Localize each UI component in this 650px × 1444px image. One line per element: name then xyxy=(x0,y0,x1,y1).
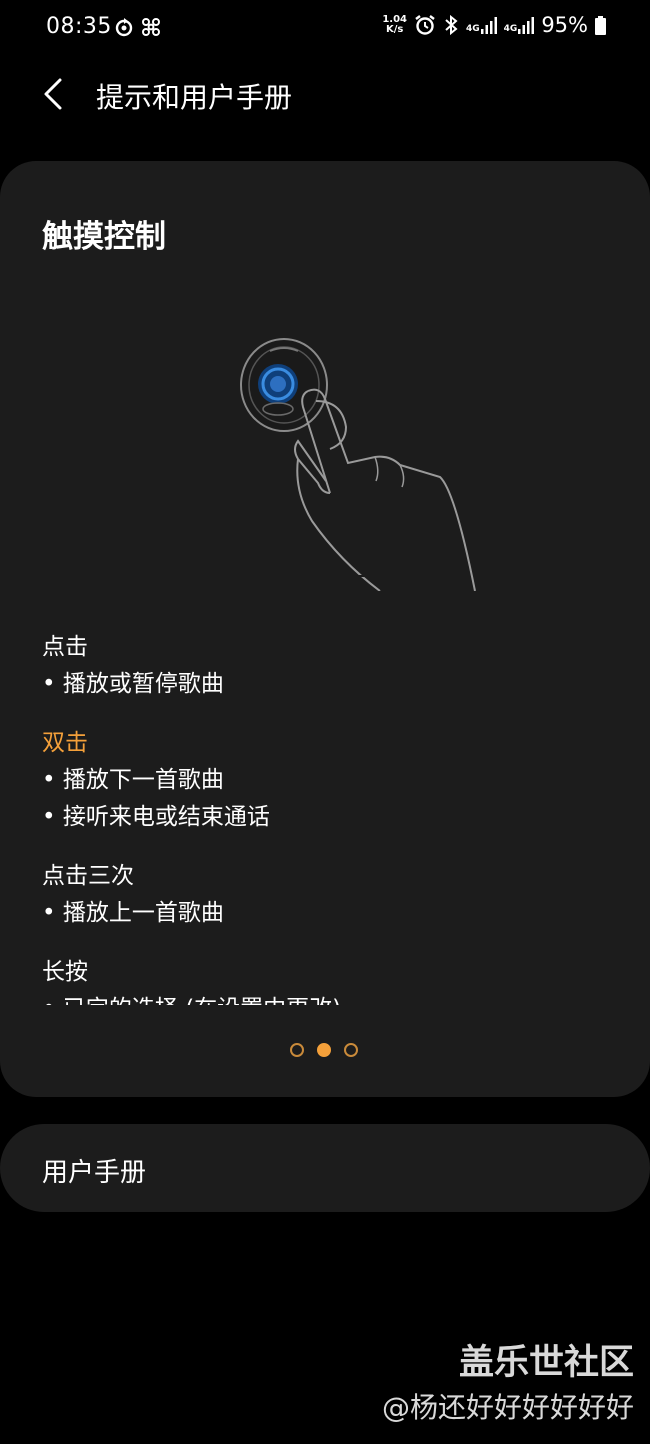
instruction-item: 播放或暂停歌曲 xyxy=(42,666,602,703)
back-button[interactable] xyxy=(36,74,72,114)
instruction-heading: 点击三次 xyxy=(42,863,134,889)
instruction-group: 双击 播放下一首歌曲 接听来电或结束通话 xyxy=(42,725,602,836)
page-dot[interactable] xyxy=(344,1043,358,1057)
watermark-user: @杨还好好好好好好 xyxy=(381,1391,634,1424)
instruction-list: 点击 播放或暂停歌曲 双击 播放下一首歌曲 接听来电或结束通话 点击三次 播放上… xyxy=(42,629,602,1005)
instruction-item: 已定的选择 (在设置中更改) xyxy=(42,991,602,1005)
instruction-heading: 点击 xyxy=(42,634,88,660)
page-dot[interactable] xyxy=(290,1043,304,1057)
earbud-touch-icon xyxy=(240,338,476,591)
status-right-icons: 1.04 K/s 4G 4G 95% xyxy=(382,13,606,37)
page-indicator[interactable] xyxy=(290,1043,358,1057)
chevron-left-icon xyxy=(44,78,62,110)
signal-bars-icon xyxy=(518,17,535,34)
instruction-heading: 长按 xyxy=(42,959,88,985)
battery-percent: 95% xyxy=(541,13,588,37)
signal-1: 4G xyxy=(466,16,497,34)
battery-icon xyxy=(595,15,606,35)
status-bar: 08:35 1.04 K/s 4G 4G 95% xyxy=(0,0,650,56)
net-speed-unit: K/s xyxy=(385,24,404,35)
touch-control-card[interactable]: 触摸控制 点击 播放或暂停歌曲 双击 播放下一首歌曲 接听来电或结束通话 点击三… xyxy=(0,161,650,1097)
instruction-item: 播放上一首歌曲 xyxy=(42,895,602,932)
status-time: 08:35 xyxy=(46,14,112,39)
page-title: 提示和用户手册 xyxy=(96,81,293,114)
instruction-group: 点击 播放或暂停歌曲 xyxy=(42,629,602,703)
instruction-item: 接听来电或结束通话 xyxy=(42,799,602,836)
net-speed: 1.04 K/s xyxy=(382,15,407,35)
user-manual-button[interactable]: 用户手册 xyxy=(0,1124,650,1212)
instruction-item: 播放下一首歌曲 xyxy=(42,762,602,799)
header: 提示和用户手册 xyxy=(0,60,650,130)
page-dot-active[interactable] xyxy=(317,1043,331,1057)
status-left-icons xyxy=(114,16,162,38)
signal-2: 4G xyxy=(504,16,535,34)
signal-1-label: 4G xyxy=(466,24,480,34)
bluetooth-icon xyxy=(445,14,458,36)
signal-2-label: 4G xyxy=(503,24,518,34)
instruction-group: 点击三次 播放上一首歌曲 xyxy=(42,858,602,932)
alarm-icon xyxy=(415,15,435,35)
fan-icon xyxy=(142,18,160,36)
sync-icon xyxy=(115,18,133,37)
user-manual-label: 用户手册 xyxy=(42,1158,147,1188)
signal-bars-icon xyxy=(480,17,497,34)
watermark-brand: 盖乐世社区 xyxy=(458,1343,634,1383)
instruction-group: 长按 已定的选择 (在设置中更改) xyxy=(42,954,602,1005)
card-title: 触摸控制 xyxy=(42,219,166,255)
instruction-heading: 双击 xyxy=(42,730,88,756)
